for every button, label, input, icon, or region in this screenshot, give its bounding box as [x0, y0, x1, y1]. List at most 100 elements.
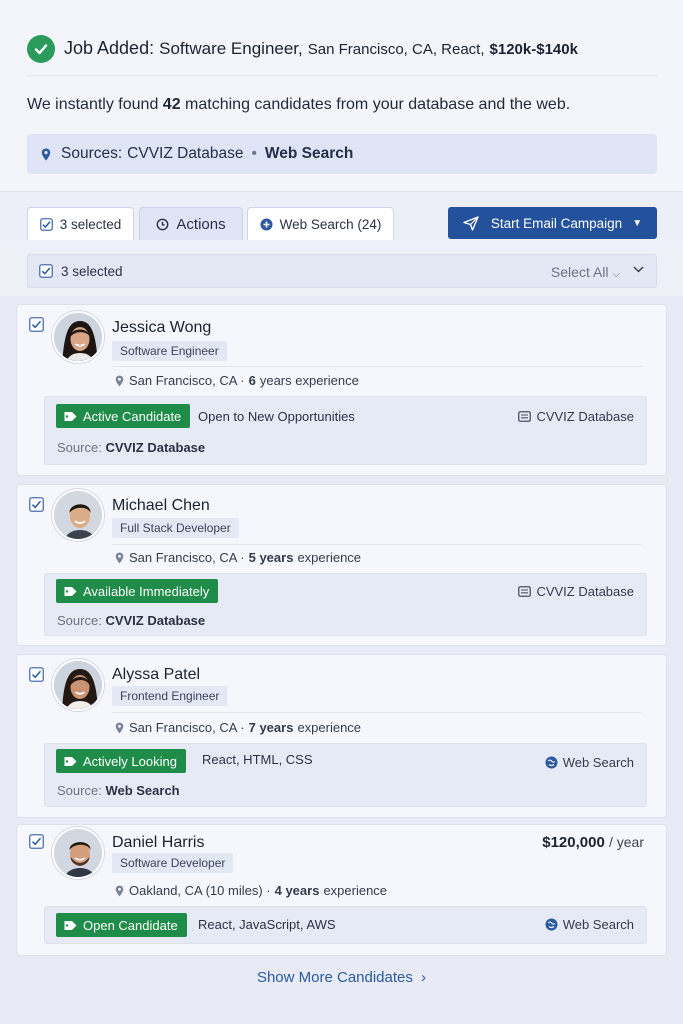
location-pin-icon: [41, 148, 51, 161]
years-suffix: experience: [323, 883, 388, 898]
location-text: Oakland, CA (10 miles) ·: [129, 883, 271, 898]
source-badge-label: Web Search: [562, 755, 634, 770]
divider: [112, 712, 642, 713]
location-text: San Francisco, CA ·: [129, 373, 245, 388]
years-value: 7 years: [248, 720, 294, 735]
candidate-card[interactable]: Jessica Wong Software Engineer San Franc…: [16, 304, 667, 476]
source-badge: Web Search: [545, 917, 634, 932]
source-line: Source: CVVIZ Database: [57, 440, 205, 455]
status-tag: Open Candidate: [56, 913, 187, 937]
source-database: CVVIZ Database: [127, 145, 244, 162]
tab-actions-label: Actions: [176, 215, 226, 233]
years-value: 4 years: [274, 883, 320, 898]
chevron-down-icon: ⌵: [612, 269, 620, 280]
candidate-location: Oakland, CA (10 miles) · 4 years experienc…: [115, 883, 387, 898]
years-value: 5 years: [248, 550, 294, 565]
candidate-info-panel: Active Candidate Open to New Opportuniti…: [44, 396, 647, 465]
candidate-checkbox[interactable]: [29, 497, 44, 512]
candidate-checkbox[interactable]: [29, 834, 44, 849]
show-more-label: Show More Candidates: [256, 969, 413, 986]
location-pin-icon: [115, 552, 124, 564]
location-pin-icon: [115, 885, 124, 897]
database-icon: [518, 586, 532, 597]
divider: [112, 366, 642, 367]
candidate-name[interactable]: Daniel Harris: [112, 834, 204, 852]
source-badge: CVVIZ Database: [518, 409, 634, 424]
candidate-checkbox[interactable]: [29, 667, 44, 682]
tab-selected-label: 3 selected: [59, 216, 122, 232]
tab-actions[interactable]: Actions: [139, 207, 243, 240]
dropdown-caret-icon: ▼: [632, 217, 643, 229]
role-badge: Frontend Engineer: [112, 686, 228, 706]
source-line: Source: Web Search: [57, 783, 180, 798]
candidate-location: San Francisco, CA · 5 years experience: [115, 550, 361, 565]
job-added-header: Job Added: Software Engineer, San Franci…: [0, 0, 683, 192]
sources-bar: Sources: CVVIZ Database • Web Search: [27, 134, 657, 174]
status-tag: Actively Looking: [56, 749, 186, 773]
status-tag-label: Available Immediately: [83, 583, 210, 599]
selection-bar: 3 selected Select All ⌵: [27, 254, 657, 288]
candidate-location: San Francisco, CA · 6 years experience: [115, 373, 359, 388]
found-message: We instantly found 42 matching candidate…: [27, 96, 570, 114]
source-web-search: Web Search: [264, 145, 354, 162]
salary-value: $120,000: [542, 834, 605, 851]
source-separator: •: [251, 145, 257, 162]
tab-selected[interactable]: 3 selected: [27, 207, 134, 240]
start-email-campaign-button[interactable]: Start Email Campaign ▼: [448, 207, 657, 239]
source-label: Source:: [57, 613, 102, 628]
web-globe-icon: [545, 756, 558, 769]
candidate-skills: React, HTML, CSS: [202, 752, 313, 767]
status-tag: Active Candidate: [56, 404, 191, 428]
candidate-checkbox[interactable]: [29, 317, 44, 332]
campaign-button-label: Start Email Campaign: [490, 215, 623, 231]
database-icon: [518, 411, 532, 422]
years-suffix: experience: [297, 720, 362, 735]
show-more-candidates-link[interactable]: Show More Candidates ›: [0, 969, 683, 986]
source-badge: Web Search: [545, 755, 634, 770]
source-value: Web Search: [105, 783, 180, 798]
tag-icon: [64, 920, 77, 930]
location-text: San Francisco, CA ·: [129, 720, 245, 735]
source-badge-label: Web Search: [562, 917, 634, 932]
candidate-card[interactable]: Daniel Harris $120,000 / year Software D…: [16, 824, 667, 956]
found-count: 42: [162, 96, 181, 113]
source-value: CVVIZ Database: [105, 613, 206, 628]
job-details: San Francisco, CA, React,: [307, 41, 485, 58]
found-pre: We instantly found: [27, 96, 159, 113]
tag-icon: [64, 586, 77, 596]
candidate-info-panel: Available Immediately CVVIZ Database Sou…: [44, 573, 647, 636]
role-badge: Software Engineer: [112, 341, 227, 361]
tab-web-search[interactable]: Web Search (24): [247, 207, 394, 240]
candidate-name[interactable]: Alyssa Patel: [112, 666, 200, 684]
candidate-info-panel: Actively Looking React, HTML, CSS Web Se…: [44, 743, 647, 807]
source-badge-label: CVVIZ Database: [536, 584, 634, 599]
location-pin-icon: [115, 722, 124, 734]
candidate-name[interactable]: Michael Chen: [112, 497, 210, 515]
collapse-chevron-icon[interactable]: [633, 262, 644, 276]
status-tag-label: Open Candidate: [83, 917, 178, 933]
years-value: 6: [248, 373, 256, 388]
salary-range: $120k-$140k: [489, 41, 578, 58]
web-globe-icon: [545, 918, 558, 931]
role-badge: Full Stack Developer: [112, 518, 239, 538]
source-label: Source:: [57, 783, 102, 798]
chevron-right-icon: ›: [421, 969, 427, 986]
source-label: Source:: [57, 440, 102, 455]
candidate-card[interactable]: Alyssa Patel Frontend Engineer San Franc…: [16, 654, 667, 818]
candidate-note: Open to New Opportunities: [198, 409, 355, 424]
title-prefix: Job Added:: [64, 38, 155, 58]
location-pin-icon: [115, 375, 124, 387]
select-checkbox[interactable]: [39, 264, 53, 278]
sources-label: Sources:: [61, 145, 123, 162]
page-title: Job Added: Software Engineer, San Franci…: [64, 38, 578, 59]
web-search-plus-icon: [260, 218, 273, 230]
tag-icon: [64, 756, 77, 766]
status-tag-label: Active Candidate: [83, 408, 182, 424]
checkbox-icon: [39, 217, 53, 231]
salary-display: $120,000 / year: [542, 834, 644, 851]
candidate-card[interactable]: Michael Chen Full Stack Developer San Fr…: [16, 484, 667, 646]
candidate-name[interactable]: Jessica Wong: [112, 319, 211, 337]
candidate-location: San Francisco, CA · 7 years experience: [115, 720, 361, 735]
select-all-dropdown[interactable]: Select All ⌵: [551, 264, 620, 280]
divider: [112, 544, 642, 545]
